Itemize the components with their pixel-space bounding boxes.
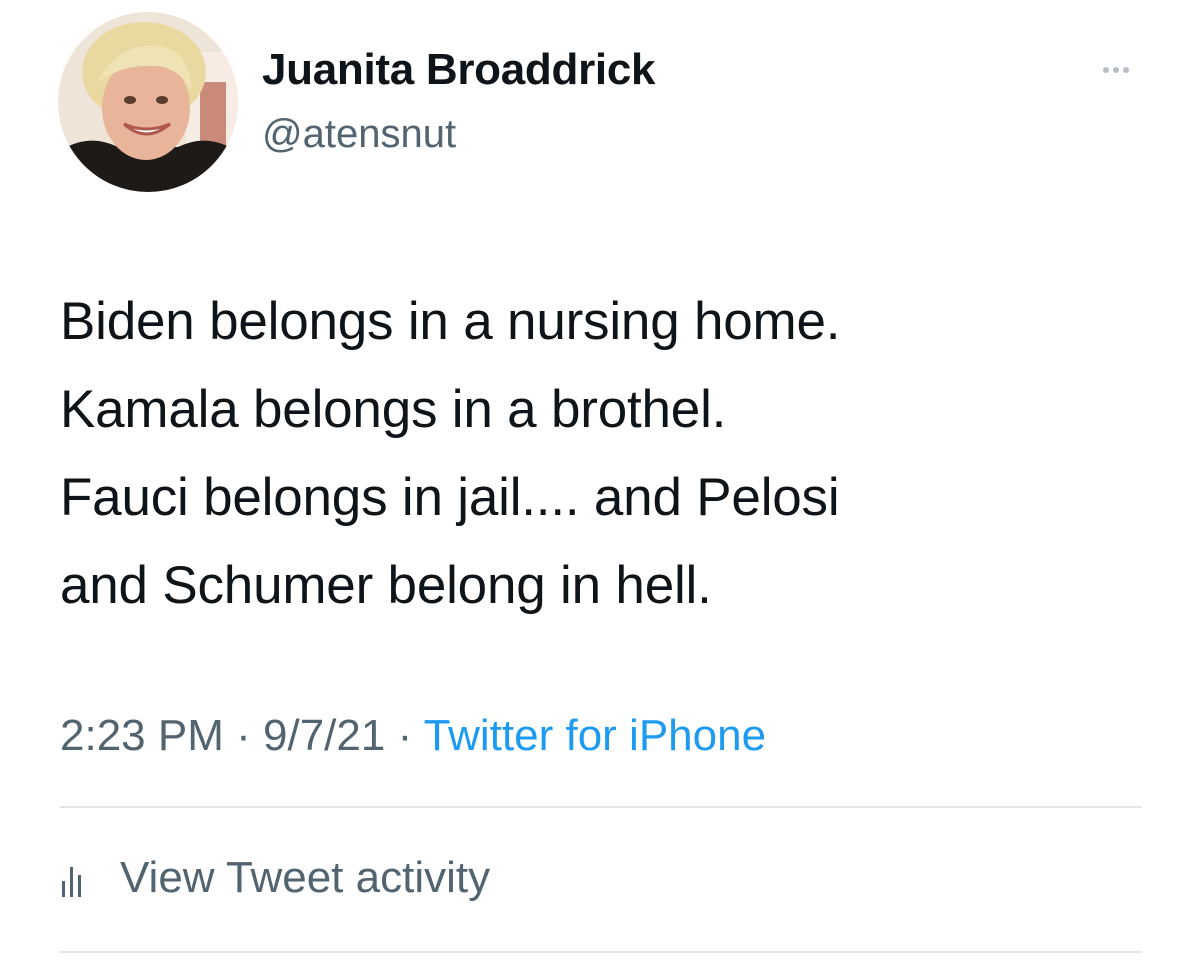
tweet-text-line: Kamala belongs in a brothel. <box>60 380 727 439</box>
divider <box>60 951 1142 953</box>
author-handle[interactable]: @atensnut <box>262 110 456 158</box>
bar-chart-icon <box>62 857 106 899</box>
tweet-meta: 2:23 PM · 9/7/21 · Twitter for iPhone <box>60 706 766 766</box>
tweet-text-line: Biden belongs in a nursing home. <box>60 292 841 351</box>
meta-separator: · <box>236 711 263 760</box>
avatar[interactable] <box>58 12 238 192</box>
tweet-text: Biden belongs in a nursing home. Kamala … <box>60 278 1140 630</box>
divider <box>60 806 1142 808</box>
tweet-source-link[interactable]: Twitter for iPhone <box>424 711 766 760</box>
tweet-text-line: Fauci belongs in jail.... and Pelosi <box>60 468 840 527</box>
tweet-date[interactable]: 9/7/21 <box>263 711 385 760</box>
author-name[interactable]: Juanita Broaddrick <box>262 44 655 96</box>
tweet-card: Juanita Broaddrick @atensnut Biden belon… <box>0 0 1200 969</box>
more-horizontal-icon[interactable] <box>1086 56 1146 84</box>
view-activity-label: View Tweet activity <box>120 853 491 902</box>
tweet-time[interactable]: 2:23 PM <box>60 711 224 760</box>
tweet-text-line: and Schumer belong in hell. <box>60 556 712 615</box>
view-activity-button[interactable]: View Tweet activity <box>62 846 490 910</box>
meta-separator: · <box>397 711 424 760</box>
avatar-image <box>58 12 238 192</box>
